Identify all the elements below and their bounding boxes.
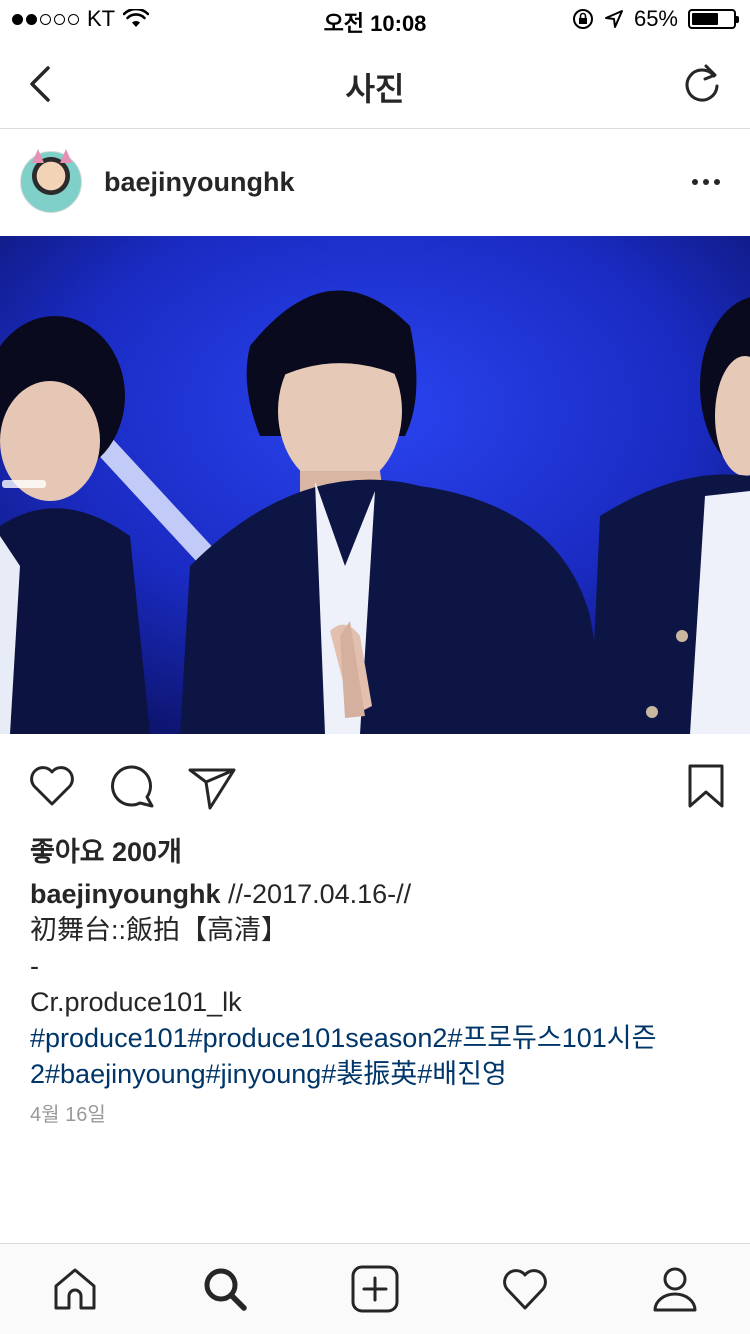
caption-text-1: //-2017.04.16-// bbox=[228, 879, 412, 909]
activity-heart-icon[interactable] bbox=[500, 1264, 550, 1314]
cat-ears-sticker bbox=[32, 149, 72, 163]
share-send-icon[interactable] bbox=[186, 760, 238, 812]
caption-hashtags-2[interactable]: 2#baejinyoung#jinyoung#裴振英#배진영 bbox=[30, 1056, 730, 1092]
post-actions bbox=[0, 752, 750, 818]
caption-text-3: - bbox=[30, 951, 39, 981]
profile-icon[interactable] bbox=[650, 1264, 700, 1314]
location-arrow-icon bbox=[604, 10, 623, 28]
caption-line-1: baejinyounghk //-2017.04.16-// bbox=[30, 876, 730, 912]
orientation-lock-icon bbox=[572, 9, 593, 29]
post-header: baejinyounghk bbox=[0, 129, 750, 235]
caption-hashtags-1[interactable]: #produce101#produce101season2#프로듀스101시즌 bbox=[30, 1020, 730, 1056]
search-icon[interactable] bbox=[200, 1264, 250, 1314]
status-right: 65% bbox=[572, 6, 739, 32]
battery-percent: 65% bbox=[633, 6, 678, 31]
battery-icon bbox=[688, 9, 739, 29]
like-heart-icon[interactable] bbox=[26, 760, 78, 812]
page-title: 사진 bbox=[345, 71, 405, 107]
caption-text-4: Cr.produce101_lk bbox=[30, 987, 242, 1017]
post-caption: baejinyounghk //-2017.04.16-// 初舞台::飯拍【高… bbox=[30, 876, 730, 1092]
post-photo[interactable] bbox=[0, 236, 750, 734]
more-options-icon[interactable] bbox=[692, 179, 720, 185]
home-icon[interactable] bbox=[50, 1264, 100, 1314]
likes-count[interactable]: 좋아요 200개 bbox=[30, 830, 182, 869]
nav-header: 사진 bbox=[0, 40, 750, 129]
add-post-icon[interactable] bbox=[350, 1264, 400, 1314]
refresh-icon[interactable] bbox=[680, 62, 724, 106]
bottom-tab-bar bbox=[0, 1243, 750, 1334]
post-date: 4월 16일 bbox=[30, 1104, 106, 1126]
caption-username[interactable]: baejinyounghk bbox=[30, 879, 221, 909]
bookmark-icon[interactable] bbox=[680, 760, 732, 812]
status-bar: KT 오전 10:08 65% bbox=[0, 0, 750, 40]
battery-fill bbox=[692, 13, 718, 25]
comment-icon[interactable] bbox=[106, 760, 158, 812]
photo-illustration bbox=[0, 236, 750, 734]
caption-text-2: 初舞台::飯拍【高清】 bbox=[30, 915, 289, 945]
post-username[interactable]: baejinyounghk bbox=[104, 167, 295, 198]
